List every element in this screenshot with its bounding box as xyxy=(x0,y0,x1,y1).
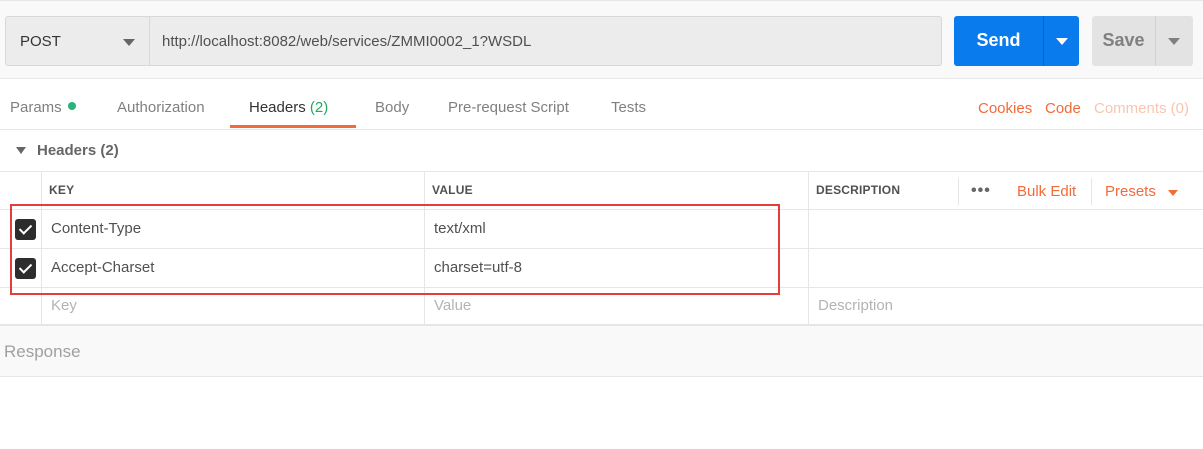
new-key-input[interactable]: Key xyxy=(51,297,77,314)
response-label: Response xyxy=(4,342,81,361)
tab-params[interactable]: Params xyxy=(10,99,76,116)
tab-body[interactable]: Body xyxy=(375,99,409,116)
column-header-value: VALUE xyxy=(432,183,473,197)
request-tabs: Params Authorization Headers (2) Body Pr… xyxy=(0,80,1203,130)
caret-down-icon xyxy=(1168,38,1180,45)
request-bar: POST http://localhost:8082/web/services/… xyxy=(0,0,1203,79)
tab-tests[interactable]: Tests xyxy=(611,99,646,116)
url-text: http://localhost:8082/web/services/ZMMI0… xyxy=(162,33,532,50)
headers-section-toggle[interactable]: Headers (2) xyxy=(0,131,1203,171)
save-button[interactable]: Save xyxy=(1092,16,1155,66)
send-dropdown-button[interactable] xyxy=(1043,16,1079,66)
send-label: Send xyxy=(976,30,1021,50)
tab-headers-count: (2) xyxy=(309,99,329,116)
caret-down-icon xyxy=(1056,38,1068,45)
column-divider xyxy=(808,172,809,211)
cookies-link[interactable]: Cookies xyxy=(978,100,1032,117)
more-dots-icon[interactable]: ••• xyxy=(971,182,991,200)
tab-headers-label: Headers xyxy=(249,99,306,116)
header-divider xyxy=(1091,178,1092,205)
tab-headers[interactable]: Headers (2) xyxy=(249,99,328,116)
tab-prerequest-script[interactable]: Pre-request Script xyxy=(448,99,569,116)
method-select[interactable]: POST xyxy=(5,16,150,66)
code-link[interactable]: Code xyxy=(1045,100,1081,117)
caret-down-icon xyxy=(16,147,26,154)
highlight-annotation-box xyxy=(10,204,780,295)
header-divider xyxy=(958,178,959,205)
new-description-input[interactable]: Description xyxy=(818,297,893,314)
column-header-description: DESCRIPTION xyxy=(816,183,901,197)
column-divider xyxy=(808,288,809,325)
column-divider xyxy=(808,210,809,249)
column-divider xyxy=(808,249,809,288)
bulk-edit-link[interactable]: Bulk Edit xyxy=(1017,183,1076,200)
tab-params-label: Params xyxy=(10,99,62,116)
caret-down-icon xyxy=(1168,190,1178,196)
params-indicator-dot xyxy=(67,102,76,110)
section-title: Headers (2) xyxy=(37,142,119,159)
column-header-key: KEY xyxy=(49,183,75,197)
tab-authorization[interactable]: Authorization xyxy=(117,99,205,116)
url-input[interactable]: http://localhost:8082/web/services/ZMMI0… xyxy=(150,16,942,66)
new-value-input[interactable]: Value xyxy=(434,297,471,314)
method-label: POST xyxy=(20,33,61,50)
comments-link[interactable]: Comments (0) xyxy=(1094,100,1189,117)
send-button[interactable]: Send xyxy=(954,16,1043,66)
caret-down-icon xyxy=(123,39,135,46)
response-panel: Response xyxy=(0,325,1203,377)
active-tab-underline xyxy=(230,125,356,128)
presets-dropdown[interactable]: Presets xyxy=(1105,183,1156,200)
save-label: Save xyxy=(1102,30,1145,50)
save-dropdown-button[interactable] xyxy=(1155,16,1193,66)
